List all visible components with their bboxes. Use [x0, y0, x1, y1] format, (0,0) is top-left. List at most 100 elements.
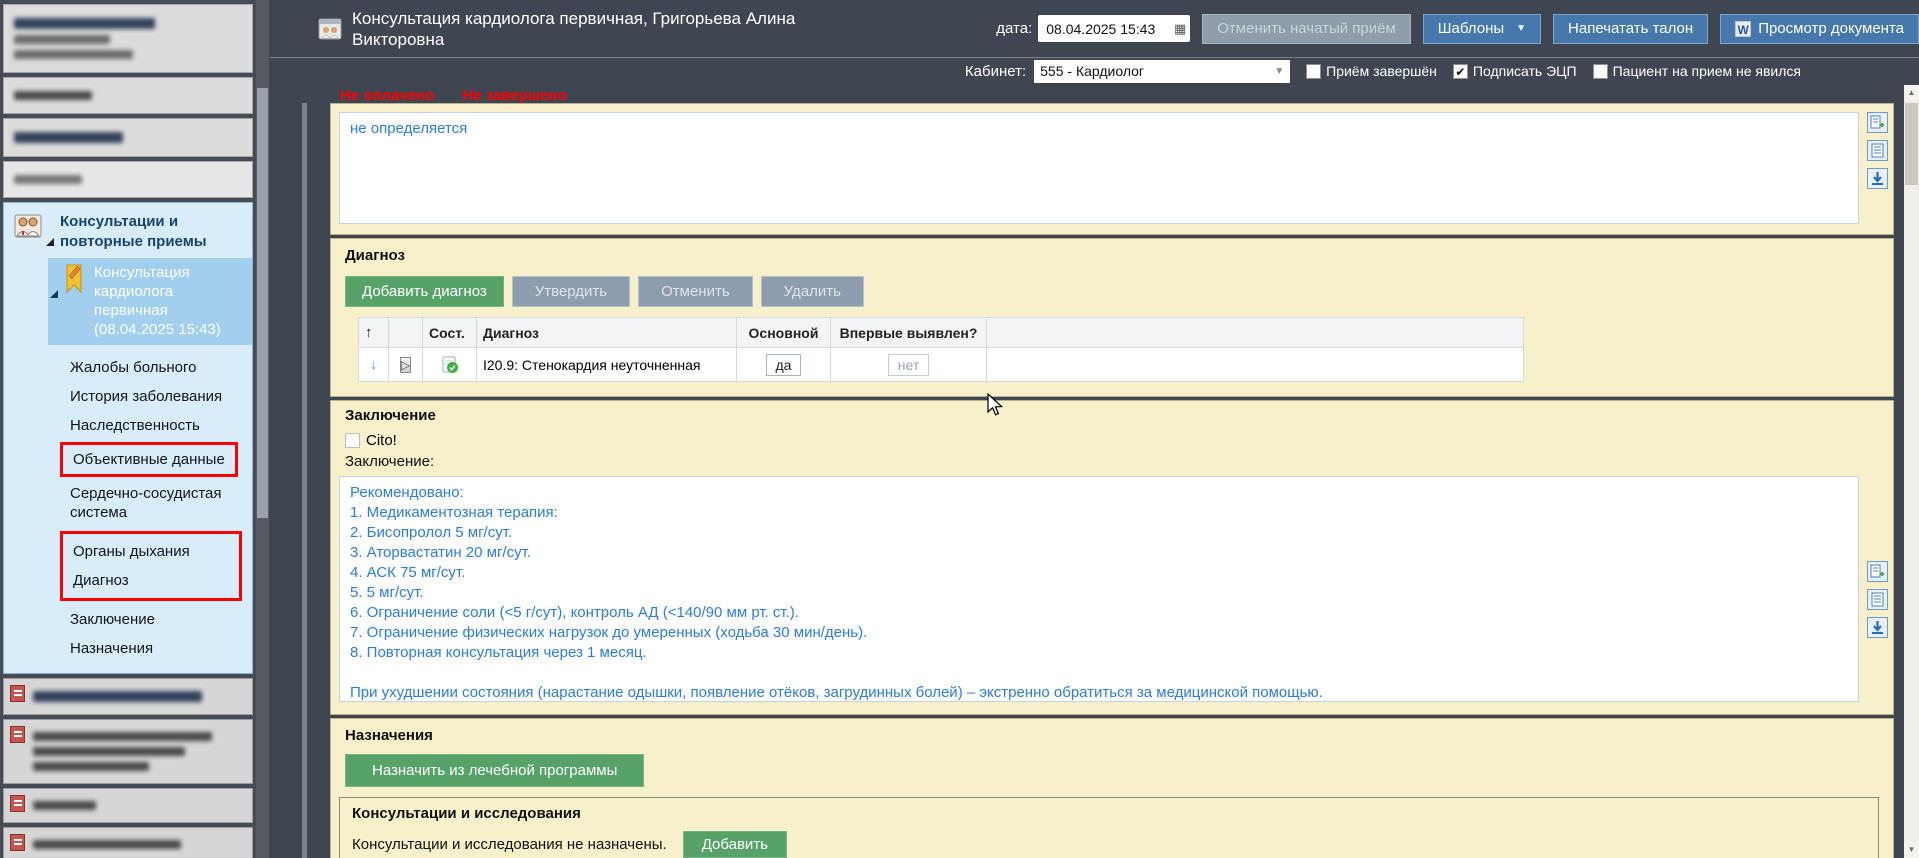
nav-selected-consultation[interactable]: Консультация кардиолога первичная (08.04…: [48, 258, 252, 345]
cabinet-select[interactable]: 555 - Кардиолог ▼: [1034, 59, 1291, 83]
redacted-text: [33, 691, 202, 702]
date-value: 08.04.2025 15:43: [1046, 20, 1156, 37]
diagnosis-section-title: Диагноз: [345, 247, 405, 264]
add-template-icon[interactable]: [1867, 112, 1888, 133]
conclusion-line: 3. Аторвастатин 20 мг/сут.: [350, 544, 531, 561]
sidebar-item-prescriptions[interactable]: Назначения: [4, 634, 252, 663]
consultation-form-icon: [318, 18, 342, 40]
approve-diagnosis-button[interactable]: Утвердить: [511, 276, 631, 307]
empty-cell: [986, 347, 1524, 382]
redacted-sidebar-item[interactable]: [3, 827, 253, 858]
main-scrollbar[interactable]: ▲ ▼: [1904, 85, 1919, 858]
primary-column-header[interactable]: Основной: [736, 317, 831, 348]
redacted-sidebar-item[interactable]: [3, 788, 253, 823]
templates-button-label: Шаблоны: [1437, 20, 1505, 37]
sidebar-item-history[interactable]: История заболевания: [4, 382, 252, 411]
status-unfinished: Не завершено: [462, 87, 567, 104]
print-ticket-button[interactable]: Напечатать талон: [1553, 13, 1709, 44]
status-row: Не оплачено Не завершено: [270, 87, 1919, 104]
insert-down-icon[interactable]: [1867, 168, 1888, 189]
main-content: не определяется Диагноз Добавить диагноз…: [330, 103, 1894, 858]
prescriptions-section-title: Назначения: [345, 727, 433, 744]
calendar-grid-icon[interactable]: ▦: [1174, 21, 1186, 37]
templates-button[interactable]: Шаблоны ▼: [1422, 13, 1542, 44]
primary-value[interactable]: да: [765, 353, 802, 376]
nav-group-header[interactable]: Консультации и повторные приемы: [4, 208, 252, 258]
conclusion-line: 2. Бисопролол 5 мг/сут.: [350, 524, 513, 541]
sidebar-item-diagnosis[interactable]: Диагноз: [71, 566, 231, 595]
conclusion-textarea[interactable]: Рекомендовано: 1. Медикаментозная терапи…: [339, 476, 1859, 702]
sidebar-scrollbar-thumb[interactable]: [257, 88, 268, 518]
objective-textarea[interactable]: не определяется: [339, 112, 1859, 224]
header-cabinet-row: Кабинет: 555 - Кардиолог ▼ Приём завершё…: [270, 58, 1919, 84]
main-scrollbar-thumb[interactable]: [1905, 103, 1918, 185]
redacted-text: [33, 732, 213, 741]
add-diagnosis-button[interactable]: Добавить диагноз: [345, 276, 504, 307]
checkbox-box[interactable]: [1306, 63, 1322, 79]
delete-diagnosis-button[interactable]: Удалить: [760, 276, 864, 307]
sidebar-item-cardiovascular[interactable]: Сердечно-сосудистая система: [4, 479, 252, 527]
checkbox-box[interactable]: ✔: [1452, 63, 1468, 79]
sidebar-item-respiratory[interactable]: Органы дыхания: [71, 537, 231, 566]
diagnosis-column-header[interactable]: Диагноз: [476, 317, 737, 348]
conclusion-line: 4. АСК 75 мг/сут.: [350, 564, 466, 581]
cancel-appointment-button[interactable]: Отменить начатый приём: [1202, 13, 1411, 44]
date-input[interactable]: 08.04.2025 15:43 ▦: [1038, 15, 1191, 42]
template-list-icon[interactable]: [1867, 140, 1888, 161]
cito-checkbox[interactable]: [345, 433, 360, 448]
insert-down-icon[interactable]: [1867, 617, 1888, 638]
first-detected-value[interactable]: нет: [887, 353, 930, 376]
redacted-text: [14, 18, 156, 29]
redacted-sidebar-item[interactable]: [3, 678, 253, 715]
diagnosis-cell[interactable]: I20.9: Стенокардия неуточненная: [476, 347, 737, 382]
diagnosis-buttons: Добавить диагноз Утвердить Отменить Удал…: [345, 276, 1893, 307]
checkbox-label: Приём завершён: [1326, 63, 1437, 79]
redacted-sidebar-item[interactable]: [3, 77, 253, 114]
redacted-patient-card[interactable]: [3, 4, 253, 73]
move-up-icon[interactable]: ↑: [358, 317, 389, 348]
cancel-diagnosis-button[interactable]: Отменить: [638, 276, 753, 307]
sidebar-item-complaints[interactable]: Жалобы больного: [4, 353, 252, 382]
redacted-text: [14, 35, 110, 44]
checkbox-patient-no-show[interactable]: Пациент на прием не явился: [1592, 63, 1801, 79]
redacted-sidebar-item[interactable]: [3, 118, 253, 157]
scroll-down-icon[interactable]: ▼: [1904, 842, 1919, 858]
red-annotation-box: Объективные данные: [60, 442, 238, 477]
consultations-empty-text: Консультации и исследования не назначены…: [352, 836, 667, 853]
redacted-sidebar-item[interactable]: [3, 719, 253, 784]
panel-splitter[interactable]: [302, 0, 307, 858]
redacted-text: [14, 175, 83, 184]
move-down-icon[interactable]: ↓: [358, 347, 389, 382]
checkbox-box[interactable]: [1592, 63, 1608, 79]
expand-row-button[interactable]: ▷: [399, 356, 412, 373]
date-label: дата:: [996, 20, 1033, 37]
consultations-empty-row: Консультации и исследования не назначены…: [352, 831, 1866, 858]
cito-label: Cito!: [366, 432, 397, 449]
state-cell: [422, 347, 477, 382]
word-document-icon: W: [1735, 20, 1752, 37]
expander-icon[interactable]: [50, 290, 58, 298]
sidebar-scrollbar[interactable]: [256, 0, 269, 858]
conclusion-line: При ухудшении состояния (нарастание одыш…: [350, 684, 1323, 701]
assign-from-program-button[interactable]: Назначить из лечебной программы: [345, 754, 645, 787]
checkbox-sign-ecp[interactable]: ✔ Подписать ЭЦП: [1452, 63, 1577, 79]
add-consultation-button[interactable]: Добавить: [682, 831, 787, 858]
redacted-sidebar-item[interactable]: [3, 161, 253, 198]
sidebar-item-conclusion[interactable]: Заключение: [4, 605, 252, 634]
diagnosis-table: ↑ Сост. Диагноз Основной Впервые выявлен…: [358, 317, 1524, 382]
chevron-down-icon: ▼: [1274, 65, 1285, 77]
header-title-row: Консультация кардиолога первичная, Григо…: [270, 0, 1919, 58]
conclusion-line: [350, 663, 1848, 683]
sidebar-item-objective-data[interactable]: Объективные данные: [71, 448, 227, 471]
view-document-button[interactable]: W Просмотр документа: [1720, 13, 1919, 44]
checkbox-appointment-finished[interactable]: Приём завершён: [1306, 63, 1437, 79]
first-detected-column-header[interactable]: Впервые выявлен?: [830, 317, 987, 348]
scroll-up-icon[interactable]: ▲: [1904, 85, 1919, 101]
add-template-icon[interactable]: [1867, 561, 1888, 582]
state-column-header[interactable]: Сост.: [422, 317, 477, 348]
template-list-icon[interactable]: [1867, 589, 1888, 610]
expander-icon[interactable]: [46, 238, 54, 246]
sidebar-item-heredity[interactable]: Наследственность: [4, 411, 252, 440]
document-icon: [10, 834, 25, 851]
conclusion-section-title: Заключение: [345, 407, 436, 424]
